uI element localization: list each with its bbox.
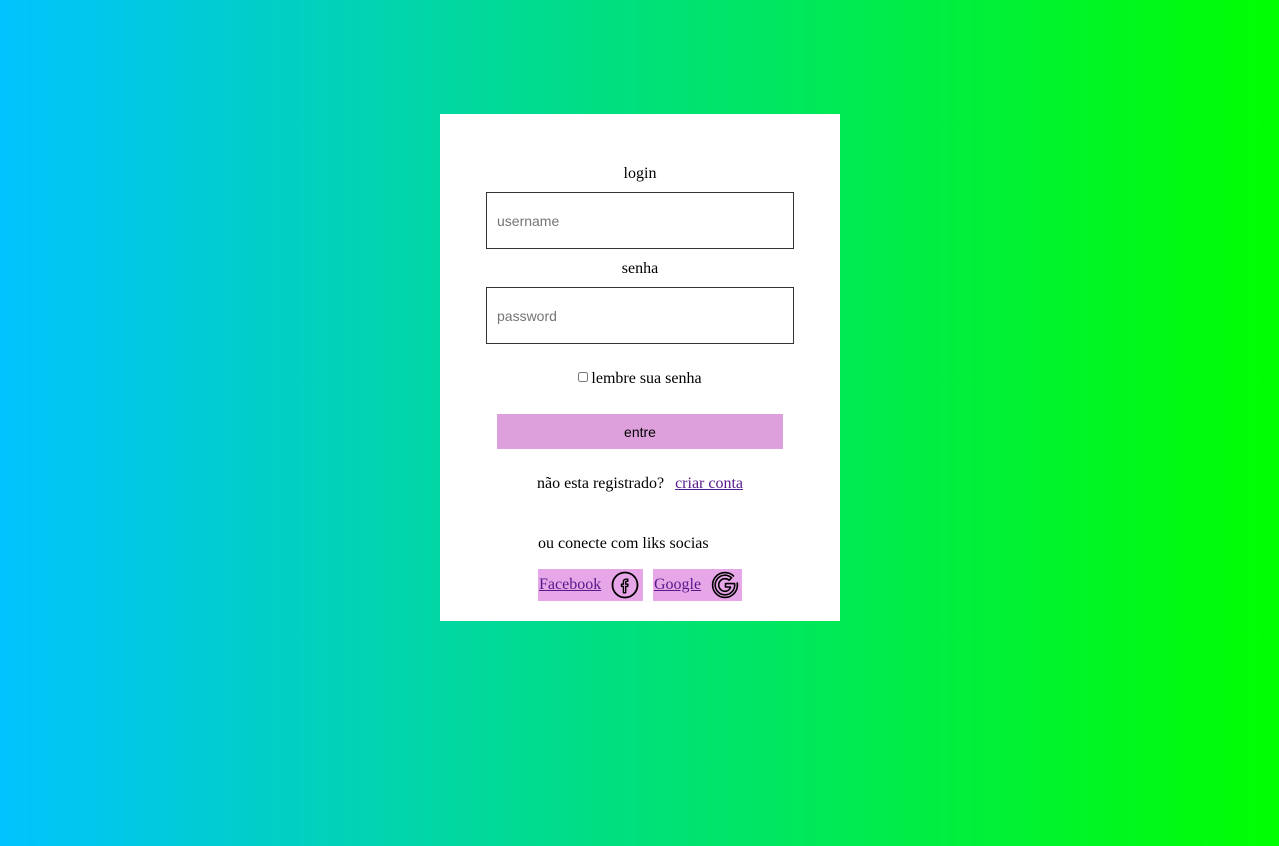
login-label: login: [623, 165, 657, 182]
create-account-link[interactable]: criar conta: [675, 475, 743, 492]
google-button[interactable]: Google: [653, 569, 742, 601]
facebook-icon: [611, 571, 639, 599]
google-icon: [711, 571, 739, 599]
social-title: ou conecte com liks socias: [538, 535, 709, 552]
username-input[interactable]: [486, 192, 794, 249]
remember-checkbox[interactable]: [578, 372, 589, 382]
password-input[interactable]: [486, 287, 794, 344]
facebook-button[interactable]: Facebook: [538, 569, 643, 601]
facebook-label: Facebook: [539, 576, 602, 593]
remember-label: lembre sua senha: [591, 370, 702, 387]
remember-row: lembre sua senha: [440, 370, 840, 388]
register-prompt: não esta registrado?: [537, 475, 665, 492]
submit-button[interactable]: entre: [497, 414, 783, 449]
password-label: senha: [621, 260, 659, 277]
login-card: login senha lembre sua senha entre não e…: [440, 114, 840, 621]
register-row: não esta registrado? criar conta: [537, 475, 743, 493]
google-label: Google: [654, 576, 702, 593]
